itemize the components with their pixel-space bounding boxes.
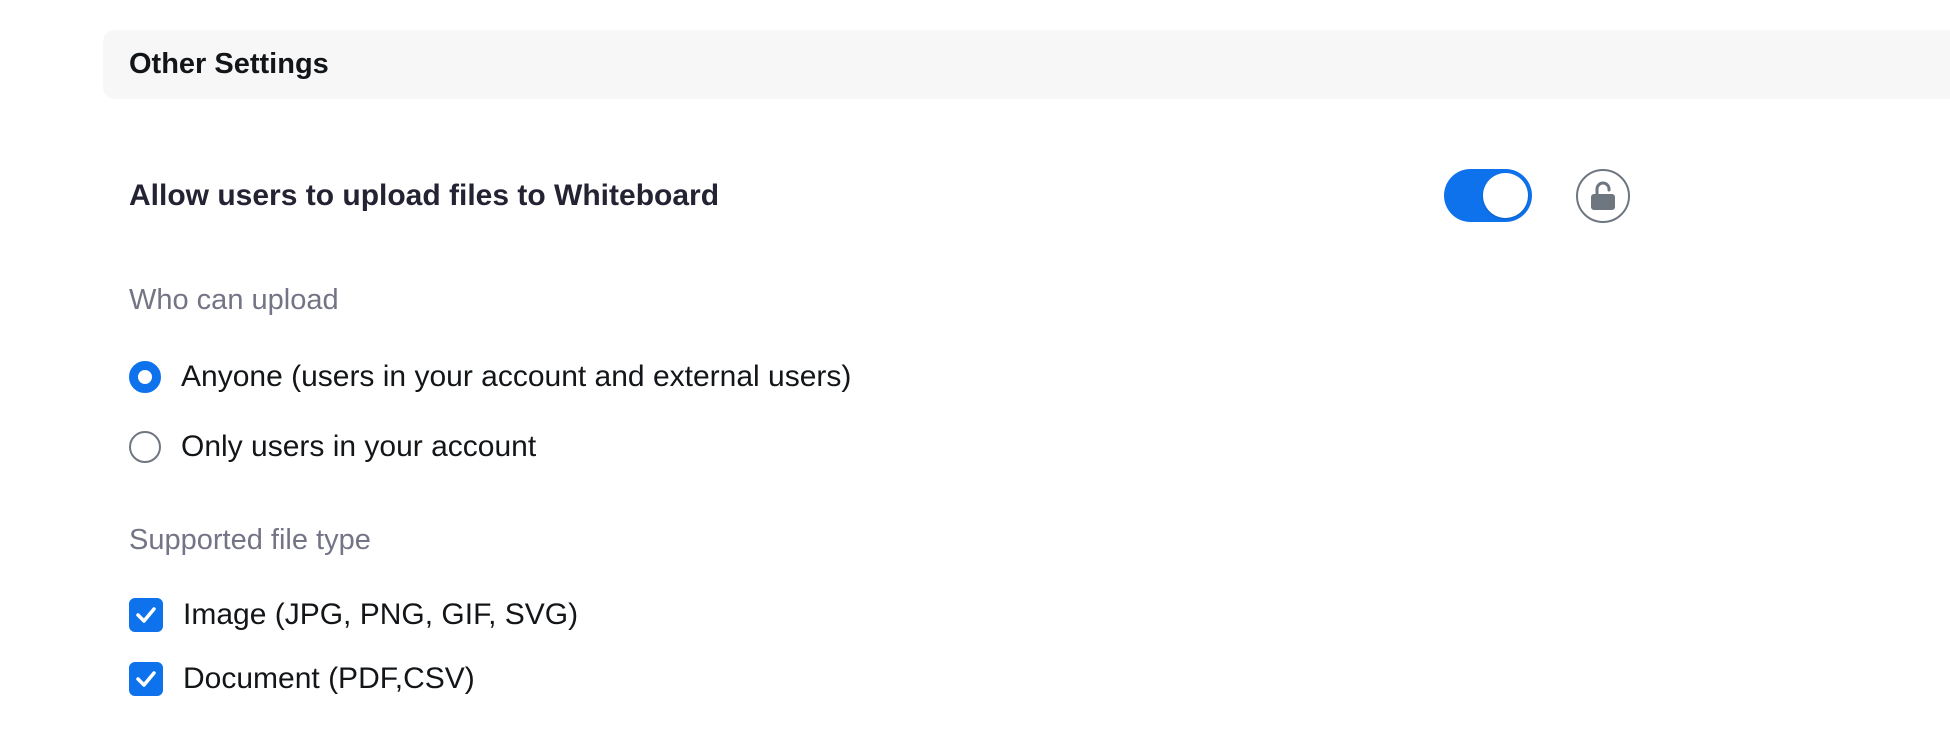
lock-open-icon (1591, 181, 1615, 210)
radio-option-anyone[interactable]: Anyone (users in your account and extern… (129, 357, 851, 397)
upload-files-toggle[interactable] (1444, 169, 1532, 222)
section-header: Other Settings (103, 30, 1950, 99)
checkmark-icon (136, 671, 156, 687)
section-title: Other Settings (129, 48, 329, 80)
radio-option-label: Only users in your account (181, 430, 537, 463)
radio-button-selected[interactable] (129, 361, 161, 393)
who-can-upload-label: Who can upload (129, 284, 339, 316)
checkbox-checked[interactable] (129, 662, 163, 696)
checkbox-checked[interactable] (129, 598, 163, 632)
checkbox-option-label: Image (JPG, PNG, GIF, SVG) (183, 598, 579, 631)
setting-title: Allow users to upload files to Whiteboar… (129, 179, 720, 212)
toggle-knob (1483, 173, 1528, 218)
checkbox-option-image[interactable]: Image (JPG, PNG, GIF, SVG) (129, 595, 578, 635)
supported-file-type-label: Supported file type (129, 524, 371, 556)
radio-option-label: Anyone (users in your account and extern… (181, 360, 852, 393)
checkmark-icon (136, 607, 156, 623)
radio-button[interactable] (129, 431, 161, 463)
radio-option-account-only[interactable]: Only users in your account (129, 427, 536, 467)
checkbox-option-label: Document (PDF,CSV) (183, 662, 475, 695)
lock-setting-button[interactable] (1576, 169, 1630, 223)
checkbox-option-document[interactable]: Document (PDF,CSV) (129, 659, 475, 699)
